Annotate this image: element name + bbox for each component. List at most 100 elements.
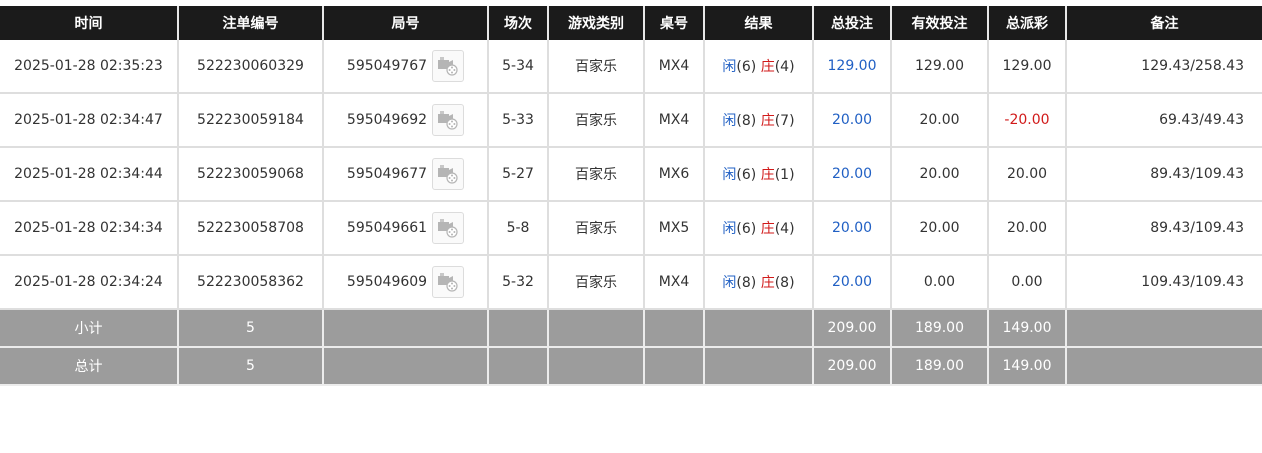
cell-total-bet[interactable]: 20.00 (813, 201, 892, 256)
cell-game-no: 595049609 (323, 255, 489, 310)
cell-table: MX5 (644, 201, 705, 256)
cell-bet-no: 522230058708 (178, 201, 324, 256)
table-footer: 小计 5 209.00 189.00 149.00 总计 5 209.00 18… (0, 309, 1262, 386)
col-header-total-bet: 总投注 (813, 6, 892, 40)
cell-total-bet[interactable]: 20.00 (813, 93, 892, 148)
cell-table: MX4 (644, 255, 705, 310)
cell-payout: 20.00 (988, 201, 1067, 256)
cell-time: 2025-01-28 02:34:34 (0, 201, 179, 256)
game-no-text: 595049677 (346, 166, 428, 182)
table-row: 2025-01-28 02:34:34 522230058708 5950496… (0, 201, 1262, 256)
cell-bet-no: 522230060329 (178, 40, 324, 94)
cell-table: MX4 (644, 40, 705, 94)
cell-game-no: 595049767 (323, 40, 489, 94)
table-body: 2025-01-28 02:35:23 522230060329 5950497… (0, 40, 1262, 310)
cell-result[interactable]: 闲(8) 庄(7) (704, 93, 814, 148)
cell-payout: -20.00 (988, 93, 1067, 148)
total-total-bet: 209.00 (813, 347, 892, 386)
bet-records-table: 时间 注单编号 局号 场次 游戏类别 桌号 结果 总投注 有效投注 总派彩 备注… (0, 6, 1262, 386)
cell-valid-bet: 20.00 (891, 147, 989, 202)
game-no-text: 595049767 (346, 58, 428, 74)
video-replay-icon[interactable] (432, 266, 465, 298)
player-label: 闲 (722, 113, 737, 129)
cell-result[interactable]: 闲(8) 庄(8) (704, 255, 814, 310)
cell-remark: 69.43/49.43 (1066, 93, 1262, 148)
cell-remark: 129.43/258.43 (1066, 40, 1262, 94)
col-header-remark: 备注 (1066, 6, 1262, 40)
player-label: 闲 (722, 275, 737, 291)
total-count: 5 (178, 347, 324, 386)
banker-label: 庄 (760, 167, 775, 183)
cell-round: 5-27 (488, 147, 549, 202)
col-header-game-type: 游戏类别 (548, 6, 645, 40)
cell-game-no: 595049661 (323, 201, 489, 256)
col-header-result: 结果 (704, 6, 814, 40)
table-row: 2025-01-28 02:34:47 522230059184 5950496… (0, 93, 1262, 148)
player-value: (6) (736, 59, 757, 75)
cell-bet-no: 522230059184 (178, 93, 324, 148)
cell-game-type: 百家乐 (548, 93, 645, 148)
cell-remark: 109.43/109.43 (1066, 255, 1262, 310)
subtotal-count: 5 (178, 309, 324, 348)
subtotal-row: 小计 5 209.00 189.00 149.00 (0, 309, 1262, 348)
total-row: 总计 5 209.00 189.00 149.00 (0, 347, 1262, 386)
col-header-bet-no: 注单编号 (178, 6, 324, 40)
cell-time: 2025-01-28 02:34:24 (0, 255, 179, 310)
player-label: 闲 (722, 59, 737, 75)
cell-valid-bet: 20.00 (891, 93, 989, 148)
cell-total-bet[interactable]: 20.00 (813, 255, 892, 310)
banker-value: (4) (774, 221, 795, 237)
video-replay-icon[interactable] (432, 50, 465, 82)
total-valid-bet: 189.00 (891, 347, 989, 386)
video-replay-icon[interactable] (432, 158, 465, 190)
cell-valid-bet: 20.00 (891, 201, 989, 256)
col-header-payout: 总派彩 (988, 6, 1067, 40)
cell-round: 5-32 (488, 255, 549, 310)
cell-remark: 89.43/109.43 (1066, 201, 1262, 256)
player-value: (8) (736, 275, 757, 291)
cell-result[interactable]: 闲(6) 庄(4) (704, 40, 814, 94)
banker-value: (4) (774, 59, 795, 75)
cell-payout: 129.00 (988, 40, 1067, 94)
player-value: (6) (736, 221, 757, 237)
player-label: 闲 (722, 167, 737, 183)
total-payout: 149.00 (988, 347, 1067, 386)
table-row: 2025-01-28 02:34:24 522230058362 5950496… (0, 255, 1262, 310)
cell-round: 5-33 (488, 93, 549, 148)
player-value: (6) (736, 167, 757, 183)
col-header-table: 桌号 (644, 6, 705, 40)
cell-total-bet[interactable]: 129.00 (813, 40, 892, 94)
cell-result[interactable]: 闲(6) 庄(1) (704, 147, 814, 202)
banker-label: 庄 (760, 221, 775, 237)
banker-label: 庄 (760, 275, 775, 291)
subtotal-payout: 149.00 (988, 309, 1067, 348)
col-header-time: 时间 (0, 6, 179, 40)
video-replay-icon[interactable] (432, 212, 465, 244)
cell-game-type: 百家乐 (548, 147, 645, 202)
table-header: 时间 注单编号 局号 场次 游戏类别 桌号 结果 总投注 有效投注 总派彩 备注 (0, 6, 1262, 40)
cell-valid-bet: 0.00 (891, 255, 989, 310)
cell-game-no: 595049677 (323, 147, 489, 202)
cell-total-bet[interactable]: 20.00 (813, 147, 892, 202)
subtotal-valid-bet: 189.00 (891, 309, 989, 348)
cell-bet-no: 522230058362 (178, 255, 324, 310)
table-row: 2025-01-28 02:35:23 522230060329 5950497… (0, 40, 1262, 94)
cell-time: 2025-01-28 02:34:44 (0, 147, 179, 202)
cell-result[interactable]: 闲(6) 庄(4) (704, 201, 814, 256)
banker-label: 庄 (760, 113, 775, 129)
game-no-text: 595049661 (346, 220, 428, 236)
game-no-text: 595049692 (346, 112, 428, 128)
col-header-valid-bet: 有效投注 (891, 6, 989, 40)
cell-remark: 89.43/109.43 (1066, 147, 1262, 202)
cell-time: 2025-01-28 02:34:47 (0, 93, 179, 148)
banker-label: 庄 (760, 59, 775, 75)
cell-table: MX4 (644, 93, 705, 148)
cell-valid-bet: 129.00 (891, 40, 989, 94)
cell-payout: 20.00 (988, 147, 1067, 202)
subtotal-label: 小计 (0, 309, 179, 348)
cell-game-type: 百家乐 (548, 201, 645, 256)
video-replay-icon[interactable] (432, 104, 465, 136)
banker-value: (8) (774, 275, 795, 291)
player-value: (8) (736, 113, 757, 129)
cell-game-no: 595049692 (323, 93, 489, 148)
